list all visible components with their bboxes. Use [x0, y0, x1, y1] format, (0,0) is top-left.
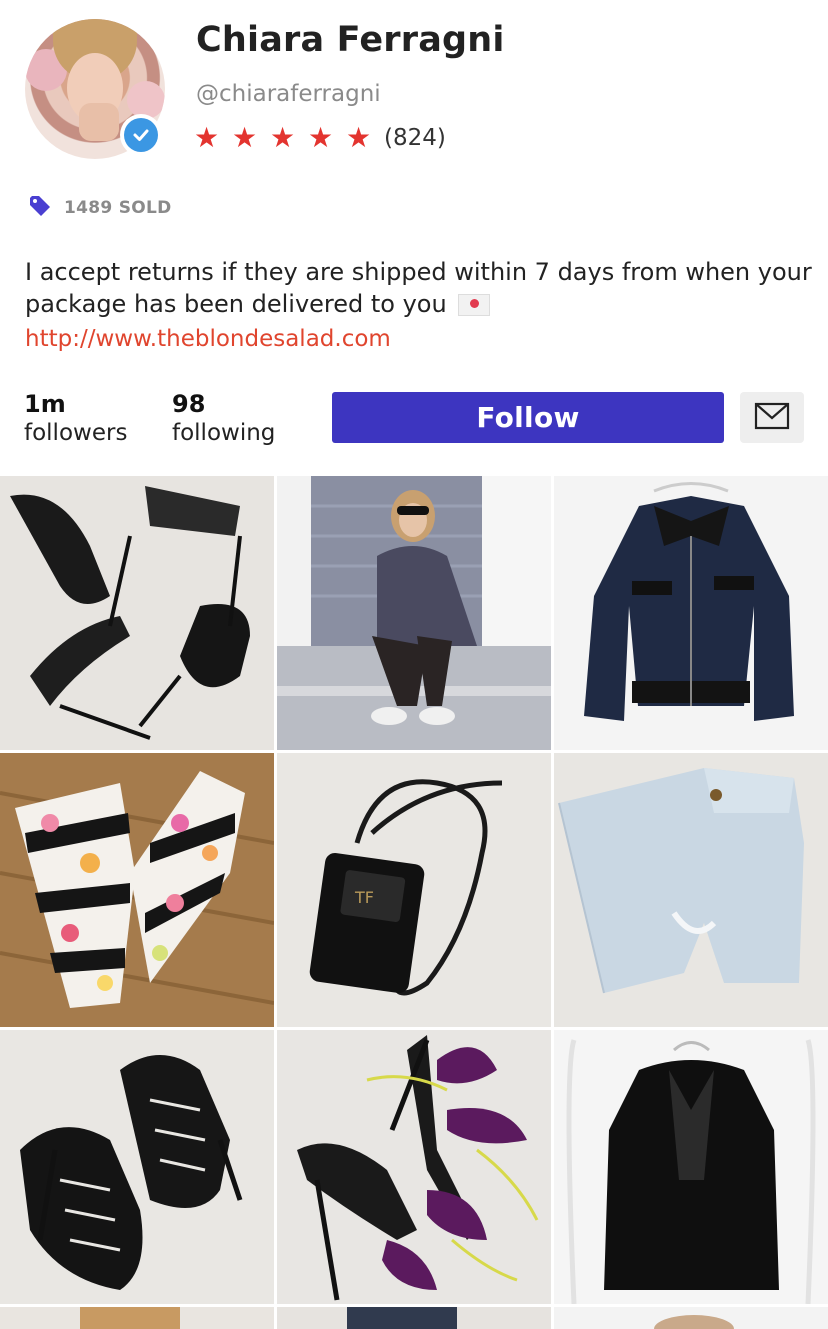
listing-tile[interactable]	[277, 1307, 551, 1329]
followers-label: followers	[24, 420, 128, 446]
listing-tile[interactable]	[554, 753, 828, 1027]
listing-tile[interactable]	[277, 476, 551, 750]
following-count: 98	[172, 390, 206, 418]
avatar-hand	[79, 103, 119, 141]
bio: I accept returns if they are shipped wit…	[25, 256, 815, 320]
message-button[interactable]	[740, 392, 804, 443]
listing-image	[0, 1307, 274, 1329]
avatar-flower	[127, 81, 165, 119]
profile-name: Chiara Ferragni	[196, 20, 505, 60]
review-count: (824)	[384, 125, 446, 151]
star-icon: ★	[308, 121, 334, 154]
verified-check-icon	[124, 118, 158, 152]
listing-tile[interactable]: TF	[277, 753, 551, 1027]
booties-image	[0, 1030, 274, 1304]
following-label: following	[172, 420, 276, 446]
listing-tile[interactable]	[277, 1030, 551, 1304]
star-icon: ★	[346, 121, 372, 154]
listing-tile[interactable]	[0, 476, 274, 750]
star-icon: ★	[194, 121, 220, 154]
svg-text:TF: TF	[354, 888, 374, 907]
love-letter-icon	[458, 294, 491, 316]
star-icon: ★	[232, 121, 258, 154]
crossbody-bag-image: TF	[277, 753, 551, 1027]
website-link[interactable]: http://www.theblondesalad.com	[25, 326, 391, 352]
listing-tile[interactable]	[0, 1307, 274, 1329]
jeans-image	[554, 753, 828, 1027]
listings-grid: TF	[0, 476, 828, 1329]
jacket-image	[554, 476, 828, 750]
sold-label: 1489 SOLD	[64, 198, 172, 218]
listing-image	[554, 1307, 828, 1329]
feather-sandals-image	[277, 1030, 551, 1304]
listing-image	[277, 1307, 551, 1329]
sold-count: 1489 SOLD	[28, 194, 172, 222]
bio-text: I accept returns if they are shipped wit…	[25, 258, 812, 318]
listing-tile[interactable]	[0, 753, 274, 1027]
listing-tile[interactable]	[554, 476, 828, 750]
tag-icon	[28, 194, 52, 222]
following-stat[interactable]: 98 following	[172, 390, 275, 446]
listing-tile[interactable]	[0, 1030, 274, 1304]
fur-vest-image	[554, 1030, 828, 1304]
sandals-image	[0, 476, 274, 750]
followers-count: 1m	[24, 390, 66, 418]
listing-tile[interactable]	[554, 1030, 828, 1304]
steps-photo-image	[277, 476, 551, 750]
follow-button[interactable]: Follow	[332, 392, 724, 443]
listing-tile[interactable]	[554, 1307, 828, 1329]
star-icon: ★	[270, 121, 296, 154]
verified-badge	[120, 114, 162, 156]
profile-handle: @chiaraferragni	[196, 81, 381, 107]
mail-icon	[754, 402, 790, 434]
followers-stat[interactable]: 1m followers	[24, 390, 127, 446]
rating[interactable]: ★ ★ ★ ★ ★ (824)	[194, 122, 446, 154]
floral-pants-image	[0, 753, 274, 1027]
